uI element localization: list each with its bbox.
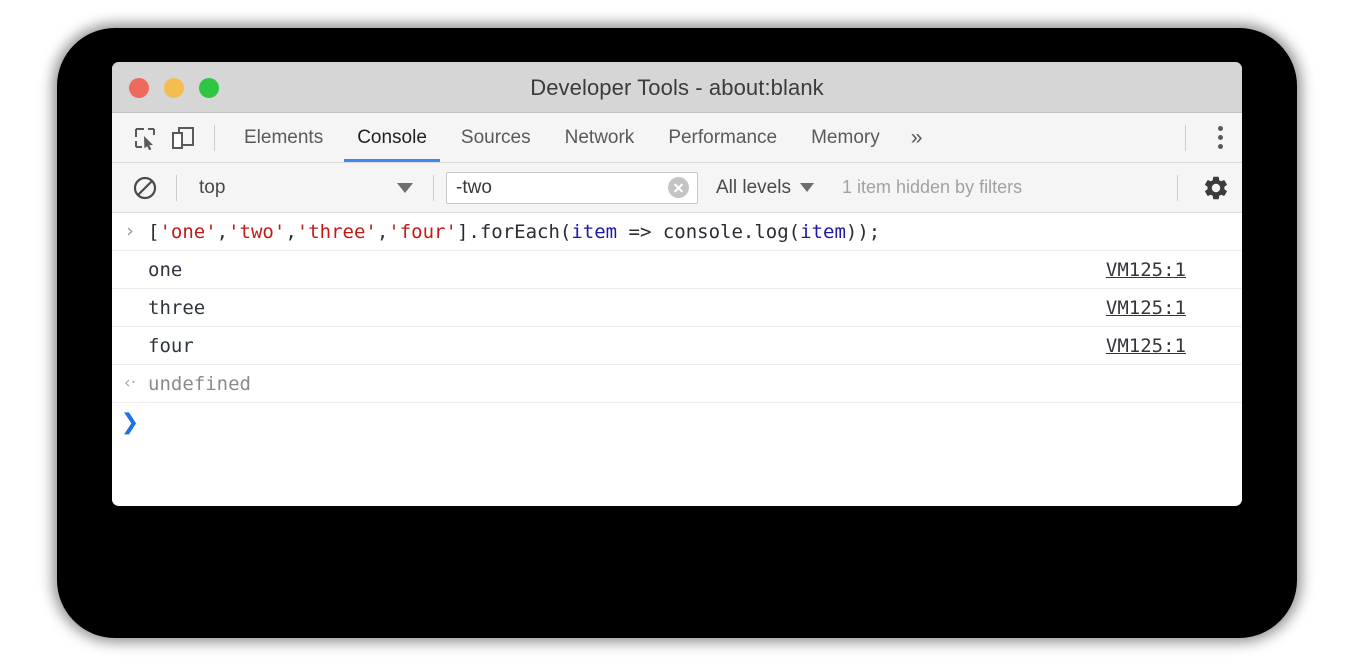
prompt-chevron-icon: ❯ [112, 412, 148, 434]
result-arrow-icon: ‹· [112, 375, 148, 392]
log-level-label: All levels [716, 177, 791, 199]
code-string-token: 'three' [297, 221, 377, 243]
panel-tab-bar: Elements Console Sources Network Perform… [112, 113, 1242, 163]
tab-elements[interactable]: Elements [227, 113, 340, 162]
window-title: Developer Tools - about:blank [112, 75, 1242, 101]
inspect-element-icon[interactable] [126, 119, 164, 157]
console-result-row: ‹· undefined [112, 365, 1242, 403]
tab-network[interactable]: Network [548, 113, 652, 162]
tab-overflow-chevron-icon[interactable]: » [897, 113, 937, 162]
result-value: undefined [148, 373, 251, 395]
kebab-menu-icon[interactable] [1198, 126, 1242, 149]
log-level-select[interactable]: All levels [716, 177, 814, 199]
chevron-down-icon [800, 183, 814, 192]
console-log-row: three VM125:1 [112, 289, 1242, 327]
console-input-row[interactable]: › ['one','two','three','four'].forEach(i… [112, 213, 1242, 251]
log-source-link[interactable]: VM125:1 [1106, 259, 1186, 281]
log-message: one [148, 259, 182, 281]
clear-console-icon[interactable] [126, 169, 164, 207]
code-string-token: 'four' [388, 221, 457, 243]
console-toolbar: top -two All levels 1 item hidden by fil… [112, 163, 1242, 213]
tab-performance[interactable]: Performance [651, 113, 794, 162]
toolbar-divider-1 [176, 175, 177, 201]
filter-input-value: -two [447, 177, 668, 199]
toolbar-right [1165, 163, 1242, 212]
console-input-code: ['one','two','three','four'].forEach(ite… [148, 221, 880, 243]
gear-icon[interactable] [1190, 174, 1242, 202]
tab-sources[interactable]: Sources [444, 113, 548, 162]
hidden-items-message: 1 item hidden by filters [842, 177, 1022, 198]
tab-bar-right [1173, 113, 1242, 162]
title-bar: Developer Tools - about:blank [112, 62, 1242, 113]
console-log-row: one VM125:1 [112, 251, 1242, 289]
code-string-token: 'one' [159, 221, 216, 243]
clear-filter-icon[interactable] [668, 177, 689, 198]
filter-input[interactable]: -two [446, 172, 698, 204]
execution-context-select[interactable]: top [189, 173, 421, 203]
devtools-window: Developer Tools - about:blank Elements C… [112, 62, 1242, 506]
tab-memory[interactable]: Memory [794, 113, 897, 162]
log-message: four [148, 335, 194, 357]
execution-context-value: top [199, 177, 397, 199]
input-prompt-icon: › [112, 222, 148, 241]
tab-console[interactable]: Console [340, 113, 444, 162]
toolbar-divider-2 [433, 175, 434, 201]
code-identifier-token: item [571, 221, 617, 243]
console-output: › ['one','two','three','four'].forEach(i… [112, 213, 1242, 505]
code-string-token: 'two' [228, 221, 285, 243]
log-source-link[interactable]: VM125:1 [1106, 335, 1186, 357]
toolbar-divider-3 [1177, 175, 1178, 201]
device-toolbar-icon[interactable] [164, 119, 202, 157]
chevron-down-icon [397, 183, 413, 193]
tab-bar-divider [1185, 125, 1186, 151]
console-log-row: four VM125:1 [112, 327, 1242, 365]
toolbar-divider [214, 125, 215, 151]
log-source-link[interactable]: VM125:1 [1106, 297, 1186, 319]
console-prompt-row[interactable]: ❯ [112, 403, 1242, 443]
log-message: three [148, 297, 205, 319]
tab-list: Elements Console Sources Network Perform… [227, 113, 936, 162]
code-identifier-token: item [800, 221, 846, 243]
